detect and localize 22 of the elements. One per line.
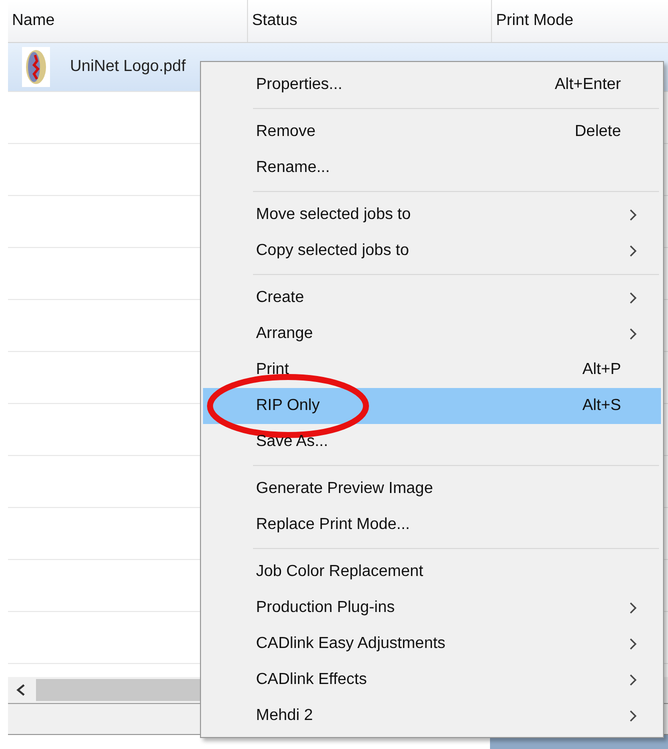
menu-item-label: Arrange (256, 325, 314, 343)
menu-item-label: Copy selected jobs to (256, 242, 410, 260)
shortcut-label: Delete (574, 123, 621, 141)
menu-item-label: CADlink Easy Adjustments (256, 635, 446, 653)
menu-item-label: RIP Only (256, 397, 321, 415)
menu-item-label: Replace Print Mode... (256, 516, 411, 534)
shortcut-label: Alt+P (582, 361, 621, 379)
menu-item-label: Job Color Replacement (256, 563, 424, 581)
file-name: UniNet Logo.pdf (70, 58, 186, 76)
menu-item-label: Print (256, 361, 290, 379)
menu-item-label: CADlink Effects (256, 671, 368, 689)
shortcut-label: Alt+Enter (554, 76, 621, 94)
menu-item-label: Save As... (256, 433, 330, 451)
menu-item-label: Move selected jobs to (256, 206, 412, 224)
menu-item-label: Production Plug-ins (256, 599, 396, 617)
menu-item-label: Create (256, 289, 306, 307)
menu-item-label: Generate Preview Image (256, 480, 434, 498)
shortcut-label: Alt+S (582, 397, 621, 415)
menu-item-label: Properties... (256, 76, 344, 94)
menu-item-label: Mehdi 2 (256, 707, 314, 725)
menu-item-label: Remove (256, 123, 317, 141)
menu-item-label: Rename... (256, 159, 331, 177)
